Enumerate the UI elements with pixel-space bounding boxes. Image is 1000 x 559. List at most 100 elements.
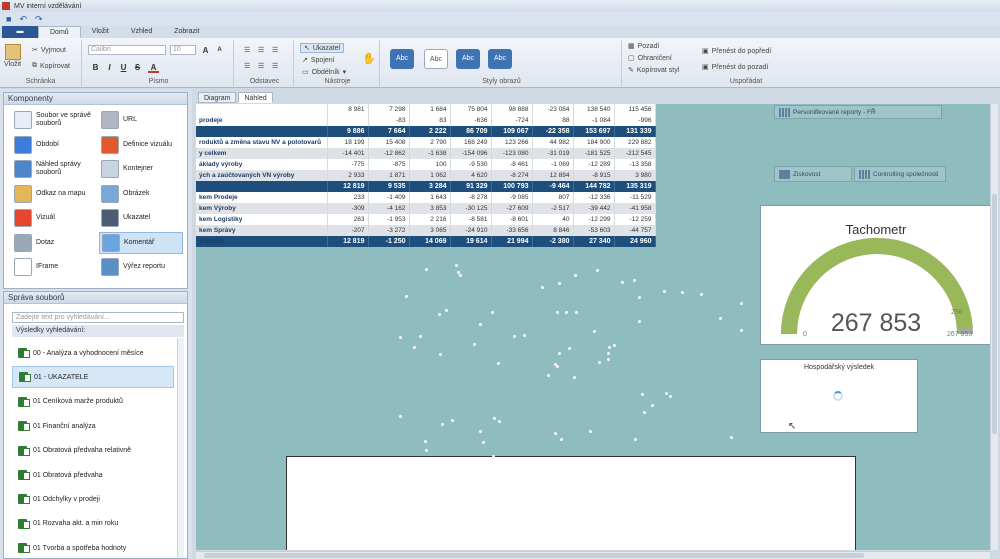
bold-button[interactable]: B <box>90 62 101 73</box>
file-list-item[interactable]: 01 Rozvaha akt. a min roku <box>12 513 174 535</box>
tab-diagram[interactable]: Diagram <box>198 92 237 103</box>
file-list-item[interactable]: 01 - UKAZATELE <box>12 366 174 389</box>
strike-button[interactable]: S <box>132 62 143 73</box>
align-right-icon: ☰ <box>272 47 279 54</box>
file-search-input[interactable]: Zadejte text pro vyhledávání... <box>12 312 184 323</box>
controlling-button[interactable]: Controlling společnosti <box>854 166 946 182</box>
hv-card[interactable]: Hospodářský výsledek <box>760 359 918 433</box>
italic-button[interactable]: I <box>104 62 115 73</box>
font-name-combo[interactable]: Calibri <box>88 45 166 55</box>
background-button[interactable]: ▦ Pozadí <box>628 42 660 51</box>
work-area: Diagram Náhled 8 981 7 298 1 684 75 804 98 8… <box>194 89 1000 559</box>
bring-forward-button[interactable]: ▣ Přenést do popředí <box>702 47 771 56</box>
snow-dot <box>641 393 645 397</box>
align-left-button[interactable]: ☰ <box>244 46 250 54</box>
underline-button[interactable]: U <box>118 62 129 73</box>
personified-reports-button[interactable]: Personifikované reporty - FŘ <box>774 105 942 119</box>
file-list-item[interactable]: 00 - Analýza a vyhodnocení měsíce <box>12 342 174 364</box>
save-icon[interactable]: ■ <box>6 14 11 24</box>
shape-style-3[interactable]: Abc <box>456 49 480 69</box>
redo-icon[interactable]: ↷ <box>35 14 43 25</box>
shrink-font-button[interactable]: A <box>214 45 225 56</box>
tab-domu[interactable]: Domů <box>38 26 81 38</box>
file-list-item[interactable]: 01 Ceníková marže produktů <box>12 391 174 413</box>
empty-report-frame[interactable] <box>286 456 856 550</box>
snow-dot <box>451 418 455 422</box>
font-size-combo[interactable]: 10 <box>170 45 196 55</box>
horizontal-scroll-thumb[interactable] <box>204 553 864 558</box>
table-cell <box>327 115 369 126</box>
table-row: 12 819 9 535 3 284 91 329 100 793 -9 464 144 7… <box>196 181 656 192</box>
valign-bottom-button[interactable]: ☰ <box>272 62 278 70</box>
copy-style-button[interactable]: ✎ Kopírovat styl <box>628 66 679 75</box>
send-backward-label: Přenést do pozadí <box>711 63 769 71</box>
component-item[interactable]: Náhled správy souborů <box>12 158 96 180</box>
group-label-nastroje: Nástroje <box>324 78 351 85</box>
tab-nahled[interactable]: Náhled <box>238 92 273 103</box>
pointer-tool-button[interactable]: ↖ Ukazatel <box>300 43 345 53</box>
file-list-item[interactable]: 01 Odchylky v prodeji <box>12 488 174 510</box>
canvas-vertical-scrollbar[interactable] <box>990 104 998 550</box>
component-label: IFrame <box>36 263 59 270</box>
undo-icon[interactable]: ↶ <box>19 14 27 25</box>
report-canvas[interactable]: 8 981 7 298 1 684 75 804 98 888 -23 084 138 54… <box>196 104 990 550</box>
snow-dot <box>491 311 495 315</box>
valign-middle-button[interactable]: ☰ <box>258 62 264 70</box>
component-item[interactable]: IFrame <box>12 256 96 278</box>
component-item[interactable]: Obrázek <box>99 183 183 205</box>
font-color-button[interactable]: A <box>148 62 159 73</box>
component-item[interactable]: Vizuál <box>12 207 96 229</box>
canvas-horizontal-scrollbar[interactable] <box>196 551 990 559</box>
tab-vlozit[interactable]: Vložit <box>81 26 120 38</box>
send-backward-button[interactable]: ▣ Přenést do pozadí <box>702 63 769 72</box>
ziskovost-button[interactable]: Ziskovost <box>774 166 852 182</box>
file-list-item[interactable]: 01 Finanční analýza <box>12 415 174 437</box>
align-center-button[interactable]: ☰ <box>258 46 264 54</box>
snow-dot <box>560 438 564 442</box>
snow-dot <box>705 457 708 461</box>
table-cell: -12 336 <box>573 192 615 203</box>
component-item[interactable]: Soubor ve správě souborů <box>12 109 96 131</box>
grow-font-button[interactable]: A <box>200 45 211 56</box>
tab-zobrazit[interactable]: Zobrazit <box>163 26 210 38</box>
clipboard-icon <box>4 44 21 60</box>
rectangle-icon: ▭ <box>302 69 309 76</box>
shape-style-4[interactable]: Abc <box>488 49 512 69</box>
gauge-card[interactable]: Tachometr 267 853 0 256 267 853 <box>760 205 990 345</box>
component-item[interactable]: Dotaz <box>12 232 96 254</box>
file-list-scrollbar[interactable] <box>177 338 184 558</box>
gauge-max-label: 256 <box>951 309 963 316</box>
file-list-item[interactable]: 01 Obratová předvaha <box>12 464 174 486</box>
cut-button[interactable]: ✂ Vyjmout <box>32 46 66 55</box>
copy-button[interactable]: ⧉ Kopírovat <box>32 62 70 70</box>
file-menu-button[interactable]: ▬ <box>2 26 38 38</box>
background-label: Pozadí <box>637 42 660 50</box>
table-cell: -1 953 <box>368 214 410 225</box>
shape-style-1[interactable]: Abc <box>390 49 414 69</box>
rectangle-tool-button[interactable]: ▭ Obdélník ▾ <box>302 68 346 77</box>
snow-dot <box>650 403 654 407</box>
file-list-item[interactable]: 01 Tvorba a spotřeba hodnoty <box>12 537 174 559</box>
component-item[interactable]: Komentář <box>99 231 183 254</box>
connection-tool-button[interactable]: ↗ Spojení <box>302 56 335 65</box>
snow-dot <box>398 335 402 339</box>
component-item[interactable]: Odkaz na mapu <box>12 183 96 205</box>
tab-vzhled[interactable]: Vzhled <box>120 26 163 38</box>
paste-button[interactable]: Vložit <box>4 44 21 68</box>
component-item[interactable]: Ukazatel <box>99 207 183 229</box>
vertical-scroll-thumb[interactable] <box>992 194 997 434</box>
excel-file-icon <box>18 543 30 554</box>
component-item[interactable]: Definice vizuálu <box>99 134 183 156</box>
valign-top-button[interactable]: ☰ <box>244 62 250 70</box>
component-item[interactable]: URL <box>99 109 183 131</box>
component-item[interactable]: Období <box>12 134 96 156</box>
hand-tool-button[interactable]: ✋ <box>362 52 376 65</box>
align-right-button[interactable]: ☰ <box>272 46 278 54</box>
shape-style-2[interactable]: Abc <box>424 49 448 69</box>
component-item[interactable]: Kontejner <box>99 158 183 180</box>
file-list-item[interactable]: 01 Obratová předvaha relativně <box>12 440 174 462</box>
snow-dot <box>608 346 612 350</box>
table-cell: -31 019 <box>532 148 574 159</box>
border-button[interactable]: ▢ Ohraničení <box>628 54 672 63</box>
component-item[interactable]: Výřez reportu <box>99 256 183 278</box>
